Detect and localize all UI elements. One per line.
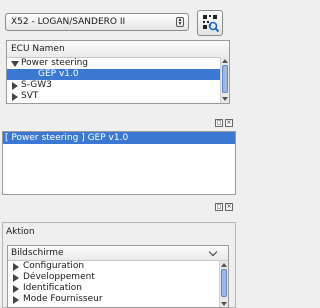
scan-button[interactable] bbox=[197, 10, 223, 36]
close-icon[interactable]: × bbox=[225, 203, 233, 211]
combo-arrows-icon: ▴ ▾ bbox=[176, 17, 184, 27]
scroll-up-icon[interactable] bbox=[222, 59, 228, 63]
triangle-right-icon[interactable] bbox=[13, 274, 19, 282]
screens-item-label: Configuration bbox=[23, 261, 85, 271]
screens-item-identification[interactable]: Identification bbox=[8, 283, 228, 294]
tree-item-label: GEP v1.0 bbox=[38, 69, 79, 79]
scroll-down-icon[interactable] bbox=[222, 97, 228, 101]
aktion-title: Aktion bbox=[6, 227, 35, 237]
scrollbar-thumb[interactable] bbox=[221, 269, 227, 297]
screens-scrollbar[interactable] bbox=[219, 261, 228, 307]
triangle-right-icon[interactable] bbox=[12, 82, 18, 90]
vehicle-select[interactable]: X52 - LOGAN/SANDERO II ▴ ▾ bbox=[5, 13, 189, 31]
ecu-tree[interactable]: ECU Namen Power steering GEP v1.0 S-GW3 … bbox=[6, 40, 230, 104]
selected-ecu-panel[interactable]: [ Power steering ] GEP v1.0 bbox=[2, 131, 236, 195]
screens-header[interactable]: Bildschirme bbox=[8, 246, 228, 261]
triangle-down-icon[interactable] bbox=[11, 61, 19, 67]
triangle-right-icon[interactable] bbox=[12, 93, 18, 101]
screens-item-label: Mode Fournisseur bbox=[23, 294, 103, 304]
tree-item-svt[interactable]: SVT bbox=[7, 91, 229, 102]
screens-item-label: Identification bbox=[23, 283, 83, 293]
tree-item-s-gw3[interactable]: S-GW3 bbox=[7, 80, 229, 91]
tree-item-label: Power steering bbox=[21, 58, 88, 68]
screens-item-mode-fournisseur[interactable]: Mode Fournisseur bbox=[8, 294, 228, 305]
close-icon[interactable]: × bbox=[225, 119, 233, 127]
search-qr-icon bbox=[203, 15, 220, 33]
triangle-right-icon[interactable] bbox=[13, 296, 19, 304]
float-icon[interactable]: ◻ bbox=[215, 119, 223, 127]
screens-item-label: Développement bbox=[23, 272, 95, 282]
scroll-up-icon[interactable] bbox=[221, 263, 227, 267]
scroll-down-icon[interactable] bbox=[221, 302, 227, 306]
float-icon[interactable]: ◻ bbox=[215, 203, 223, 211]
screens-header-label: Bildschirme bbox=[11, 248, 64, 258]
screens-item-configuration[interactable]: Configuration bbox=[8, 261, 228, 272]
tree-item-label: SVT bbox=[21, 91, 39, 101]
tree-item-label: S-GW3 bbox=[21, 80, 52, 90]
selected-ecu-row[interactable]: [ Power steering ] GEP v1.0 bbox=[3, 132, 235, 144]
triangle-right-icon[interactable] bbox=[13, 263, 19, 271]
scrollbar-thumb[interactable] bbox=[222, 65, 228, 93]
vehicle-select-value: X52 - LOGAN/SANDERO II bbox=[11, 17, 126, 27]
tree-item-gep[interactable]: GEP v1.0 bbox=[7, 69, 220, 80]
screens-item-developpement[interactable]: Développement bbox=[8, 272, 228, 283]
screens-tree[interactable]: Bildschirme Configuration Développement … bbox=[7, 245, 229, 308]
chevron-down-icon[interactable] bbox=[208, 247, 218, 257]
ecu-tree-scrollbar[interactable] bbox=[220, 57, 229, 103]
triangle-right-icon[interactable] bbox=[13, 285, 19, 293]
ecu-tree-header: ECU Namen bbox=[7, 41, 229, 58]
tree-item-power-steering[interactable]: Power steering bbox=[7, 58, 229, 69]
